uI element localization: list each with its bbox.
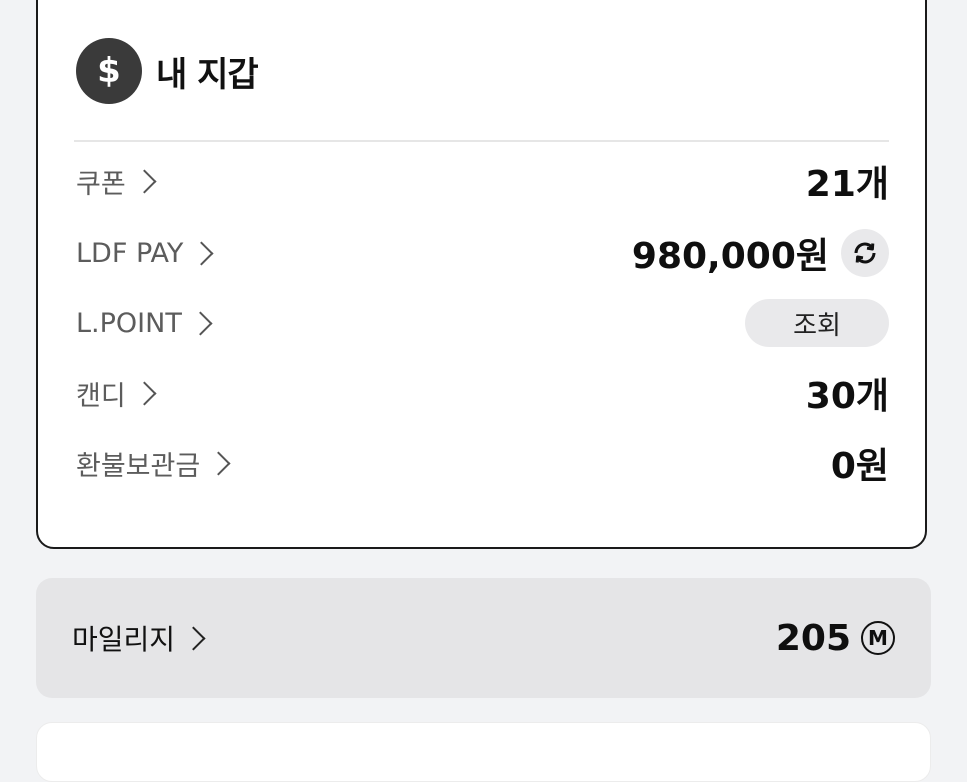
ldf-pay-link[interactable]: LDF PAY: [76, 237, 214, 269]
refund-row: 환불보관금 0원: [76, 438, 889, 488]
mileage-label: 마일리지: [72, 623, 176, 656]
wallet-header: $ 내 지갑: [76, 38, 259, 104]
lpoint-link[interactable]: L.POINT: [76, 307, 213, 339]
mileage-m-icon: M: [861, 621, 895, 655]
refresh-button[interactable]: [841, 229, 889, 277]
coupon-label: 쿠폰: [76, 168, 126, 200]
candy-value: 30개: [805, 376, 889, 417]
coupon-link[interactable]: 쿠폰: [76, 162, 157, 201]
lpoint-row: L.POINT 조회: [76, 298, 889, 348]
wallet-title: 내 지갑: [156, 54, 259, 95]
next-card: [36, 722, 931, 782]
mileage-link[interactable]: 마일리지: [72, 618, 206, 658]
divider: [74, 140, 889, 142]
mileage-card[interactable]: 마일리지 205 M: [36, 578, 931, 698]
refresh-icon: [854, 242, 876, 264]
candy-row: 캔디 30개: [76, 368, 889, 418]
dollar-coin-icon: $: [76, 38, 142, 104]
mileage-value-group: 205 M: [776, 618, 895, 659]
refund-label: 환불보관금: [76, 450, 201, 482]
wallet-card: $ 내 지갑 쿠폰 21개 LDF PAY 980,000원 L.POINT 조…: [36, 0, 927, 549]
candy-label: 캔디: [76, 380, 126, 412]
refund-value: 0원: [830, 446, 889, 487]
mileage-value: 205: [775, 617, 851, 659]
ldf-pay-row: LDF PAY 980,000원: [76, 228, 889, 278]
chevron-right-icon: [189, 241, 214, 266]
lpoint-label: L.POINT: [76, 307, 182, 339]
chevron-right-icon: [188, 311, 213, 336]
chevron-right-icon: [181, 626, 206, 651]
lpoint-lookup-button[interactable]: 조회: [745, 299, 889, 347]
chevron-right-icon: [206, 451, 231, 476]
ldf-pay-label: LDF PAY: [76, 237, 184, 269]
chevron-right-icon: [132, 381, 157, 406]
coupon-value: 21개: [805, 164, 889, 205]
ldf-pay-value: 980,000원: [631, 236, 829, 277]
ldf-pay-value-group: 980,000원: [632, 227, 889, 279]
candy-link[interactable]: 캔디: [76, 374, 157, 413]
coupon-row: 쿠폰 21개: [76, 156, 889, 206]
chevron-right-icon: [132, 169, 157, 194]
refund-link[interactable]: 환불보관금: [76, 444, 231, 483]
